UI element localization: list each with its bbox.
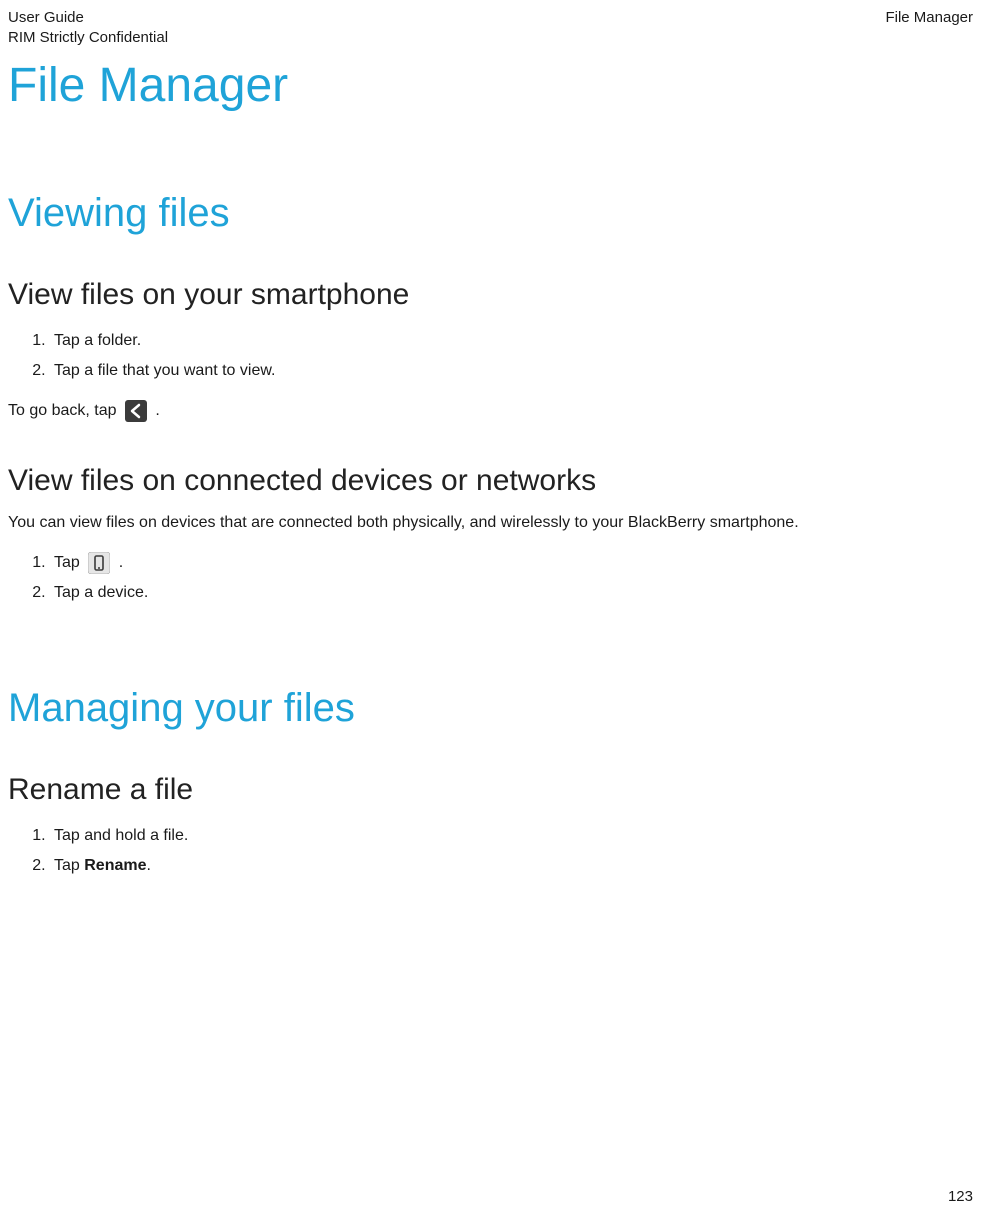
header-right: File Manager xyxy=(885,8,973,28)
go-back-text: To go back, tap . xyxy=(8,400,973,422)
section-managing-files: Managing your files xyxy=(8,686,973,731)
connected-intro: You can view files on devices that are c… xyxy=(8,512,973,534)
steps-view-connected: Tap . Tap a device. xyxy=(8,548,973,608)
step-item: Tap and hold a file. xyxy=(50,821,973,851)
subsection-view-connected: View files on connected devices or netwo… xyxy=(8,464,973,498)
go-back-prefix: To go back, tap xyxy=(8,402,121,419)
device-icon xyxy=(88,552,110,574)
subsection-view-smartphone: View files on your smartphone xyxy=(8,278,973,312)
header-left: User Guide RIM Strictly Confidential xyxy=(8,8,168,48)
step-item: Tap Rename. xyxy=(50,851,973,881)
section-viewing-files: Viewing files xyxy=(8,191,973,236)
page-title: File Manager xyxy=(8,58,973,113)
back-icon xyxy=(125,400,147,422)
step-item: Tap a folder. xyxy=(50,326,973,356)
page: User Guide RIM Strictly Confidential Fil… xyxy=(0,0,981,1213)
step-rename-bold: Rename xyxy=(84,857,146,874)
go-back-suffix: . xyxy=(155,402,159,419)
subsection-rename-file: Rename a file xyxy=(8,773,973,807)
step-item: Tap . xyxy=(50,548,973,578)
steps-view-smartphone: Tap a folder. Tap a file that you want t… xyxy=(8,326,973,386)
step-tap-suffix: . xyxy=(119,554,123,571)
step-rename-prefix: Tap xyxy=(54,857,84,874)
step-tap-prefix: Tap xyxy=(54,554,84,571)
steps-rename-file: Tap and hold a file. Tap Rename. xyxy=(8,821,973,881)
step-item: Tap a file that you want to view. xyxy=(50,356,973,386)
step-rename-suffix: . xyxy=(147,857,151,874)
header-user-guide: User Guide xyxy=(8,8,168,28)
step-item: Tap a device. xyxy=(50,578,973,608)
content: File Manager Viewing files View files on… xyxy=(8,58,973,889)
header-confidential: RIM Strictly Confidential xyxy=(8,28,168,48)
page-number: 123 xyxy=(948,1188,973,1205)
